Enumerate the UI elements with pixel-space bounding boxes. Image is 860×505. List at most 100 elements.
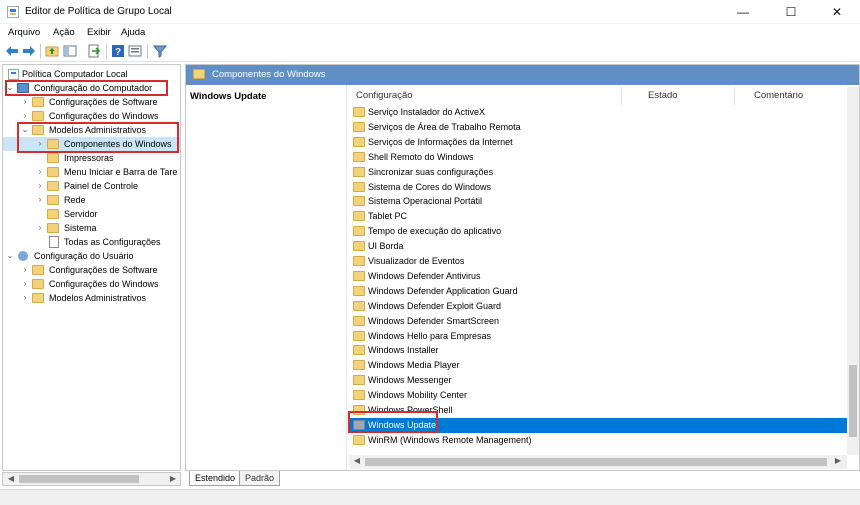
scroll-right-icon[interactable]: ▶ — [166, 473, 180, 485]
list-item-label: Sistema de Cores do Windows — [368, 181, 492, 192]
menu-arquivo[interactable]: Arquivo — [8, 27, 40, 38]
properties-icon[interactable] — [128, 44, 142, 58]
pane-divider — [346, 85, 347, 470]
tree-item-comp-software[interactable]: › Configurações de Software — [3, 95, 180, 109]
help-icon[interactable]: ? — [111, 44, 125, 58]
scroll-left-icon[interactable]: ◀ — [4, 473, 18, 485]
scroll-left-icon[interactable]: ◀ — [350, 455, 364, 467]
tab-extended[interactable]: Estendido — [189, 471, 242, 486]
details-horizontal-scrollbar[interactable]: ◀ ▶ — [349, 455, 847, 469]
menu-ajuda[interactable]: Ajuda — [121, 27, 145, 38]
list-item[interactable]: Sistema de Cores do Windows — [349, 180, 847, 195]
chevron-right-icon[interactable]: › — [21, 277, 29, 291]
list-item[interactable]: Visualizador de Eventos — [349, 254, 847, 269]
tree-item-user-software[interactable]: › Configurações de Software — [3, 263, 180, 277]
list-item[interactable]: Windows Installer — [349, 343, 847, 358]
folder-icon — [353, 375, 365, 386]
folder-icon — [353, 121, 365, 132]
list-item[interactable]: Windows Media Player — [349, 358, 847, 373]
details-vertical-scrollbar[interactable] — [847, 87, 859, 455]
tree-label: Configurações do Windows — [49, 111, 159, 121]
list-item[interactable]: Tablet PC — [349, 209, 847, 224]
scrollbar-thumb[interactable] — [849, 365, 857, 437]
toolbar-separator — [106, 44, 107, 59]
maximize-button[interactable]: ☐ — [768, 0, 814, 24]
highlight-box — [5, 80, 168, 96]
list-item[interactable]: Shell Remoto do Windows — [349, 150, 847, 165]
column-divider[interactable] — [734, 87, 735, 105]
chevron-right-icon[interactable]: › — [21, 291, 29, 305]
list-item[interactable]: Sistema Operacional Portátil — [349, 194, 847, 209]
show-hide-tree-icon[interactable] — [63, 44, 77, 58]
tree-label: Configurações de Software — [49, 265, 158, 275]
folder-icon — [353, 390, 365, 401]
folder-icon — [353, 151, 365, 162]
list-item-label: Sincronizar suas configurações — [368, 166, 494, 177]
forward-arrow-icon[interactable] — [22, 44, 36, 58]
folder-icon — [353, 285, 365, 296]
list-item[interactable]: Serviço Instalador do ActiveX — [349, 105, 847, 120]
export-list-icon[interactable] — [87, 44, 101, 58]
back-arrow-icon[interactable] — [5, 44, 19, 58]
scrollbar-thumb[interactable] — [19, 475, 139, 483]
folder-icon — [353, 434, 365, 445]
highlight-box — [348, 411, 438, 433]
chevron-right-icon[interactable]: › — [21, 95, 29, 109]
list-item-label: WinRM (Windows Remote Management) — [368, 434, 532, 445]
scroll-right-icon[interactable]: ▶ — [831, 455, 845, 467]
scrollbar-thumb[interactable] — [365, 458, 827, 466]
chevron-right-icon[interactable]: › — [36, 179, 44, 193]
tree-horizontal-scrollbar[interactable]: ◀ ▶ — [2, 472, 181, 486]
minimize-button[interactable]: — — [720, 0, 766, 24]
folder-icon — [353, 256, 365, 266]
tree-item-user-admin[interactable]: › Modelos Administrativos — [3, 291, 180, 305]
column-header-state[interactable]: Estado — [648, 87, 678, 105]
up-folder-icon[interactable] — [45, 44, 59, 58]
tree-item-server[interactable]: Servidor — [3, 207, 180, 221]
folder-icon — [47, 209, 59, 219]
tree-item-all-settings[interactable]: Todas as Configurações — [3, 235, 180, 249]
filter-icon[interactable] — [152, 44, 168, 58]
list-item[interactable]: Windows Hello para Empresas — [349, 329, 847, 344]
tree-item-comp-windows[interactable]: › Configurações do Windows — [3, 109, 180, 123]
list-item[interactable]: Windows Messenger — [349, 373, 847, 388]
tree-root[interactable]: Política Computador Local — [3, 67, 180, 81]
list-item[interactable]: Serviços de Área de Trabalho Remota — [349, 120, 847, 135]
chevron-right-icon[interactable]: › — [21, 109, 29, 123]
list-item[interactable]: Windows Defender Application Guard — [349, 284, 847, 299]
list-item[interactable]: Windows Defender SmartScreen — [349, 314, 847, 329]
chevron-right-icon[interactable]: › — [36, 193, 44, 207]
tree-item-user-config[interactable]: ⌄ Configuração do Usuário — [3, 249, 180, 263]
list-item[interactable]: WinRM (Windows Remote Management) — [349, 433, 847, 448]
tree-item-system[interactable]: › Sistema — [3, 221, 180, 235]
list-item[interactable]: Windows Defender Exploit Guard — [349, 299, 847, 314]
list-item[interactable]: Sincronizar suas configurações — [349, 165, 847, 180]
tree-item-printers[interactable]: Impressoras — [3, 151, 180, 165]
menu-exibir[interactable]: Exibir — [87, 27, 111, 38]
chevron-down-icon[interactable]: ⌄ — [6, 249, 14, 263]
tree-item-user-windows[interactable]: › Configurações do Windows — [3, 277, 180, 291]
column-header-setting[interactable]: Configuração — [356, 87, 413, 105]
menu-acao[interactable]: Ação — [53, 27, 75, 38]
column-divider[interactable] — [621, 87, 622, 105]
folder-icon — [47, 181, 59, 191]
list-item[interactable]: UI Borda — [349, 239, 847, 254]
list-item[interactable]: Windows Mobility Center — [349, 388, 847, 403]
tree-item-network[interactable]: › Rede — [3, 193, 180, 207]
list-item[interactable]: Serviços de Informações da Internet — [349, 135, 847, 150]
list-item[interactable]: Windows Defender Antivirus — [349, 269, 847, 284]
window-title: Editor de Política de Grupo Local — [25, 6, 172, 17]
tree-item-start-menu[interactable]: › Menu Iniciar e Barra de Tare — [3, 165, 180, 179]
close-button[interactable]: ✕ — [814, 0, 860, 24]
tree-root-label: Política Computador Local — [22, 69, 128, 79]
tree-label: Configuração do Usuário — [34, 251, 134, 261]
chevron-right-icon[interactable]: › — [21, 263, 29, 277]
chevron-right-icon[interactable]: › — [36, 221, 44, 235]
tree-label: Configurações de Software — [49, 97, 158, 107]
column-header-comment[interactable]: Comentário — [754, 87, 803, 105]
tab-standard[interactable]: Padrão — [239, 471, 281, 486]
tree-item-control-panel[interactable]: › Painel de Controle — [3, 179, 180, 193]
chevron-right-icon[interactable]: › — [36, 165, 44, 179]
list-item-label: Tablet PC — [368, 211, 408, 222]
list-item[interactable]: Tempo de execução do aplicativo — [349, 224, 847, 239]
